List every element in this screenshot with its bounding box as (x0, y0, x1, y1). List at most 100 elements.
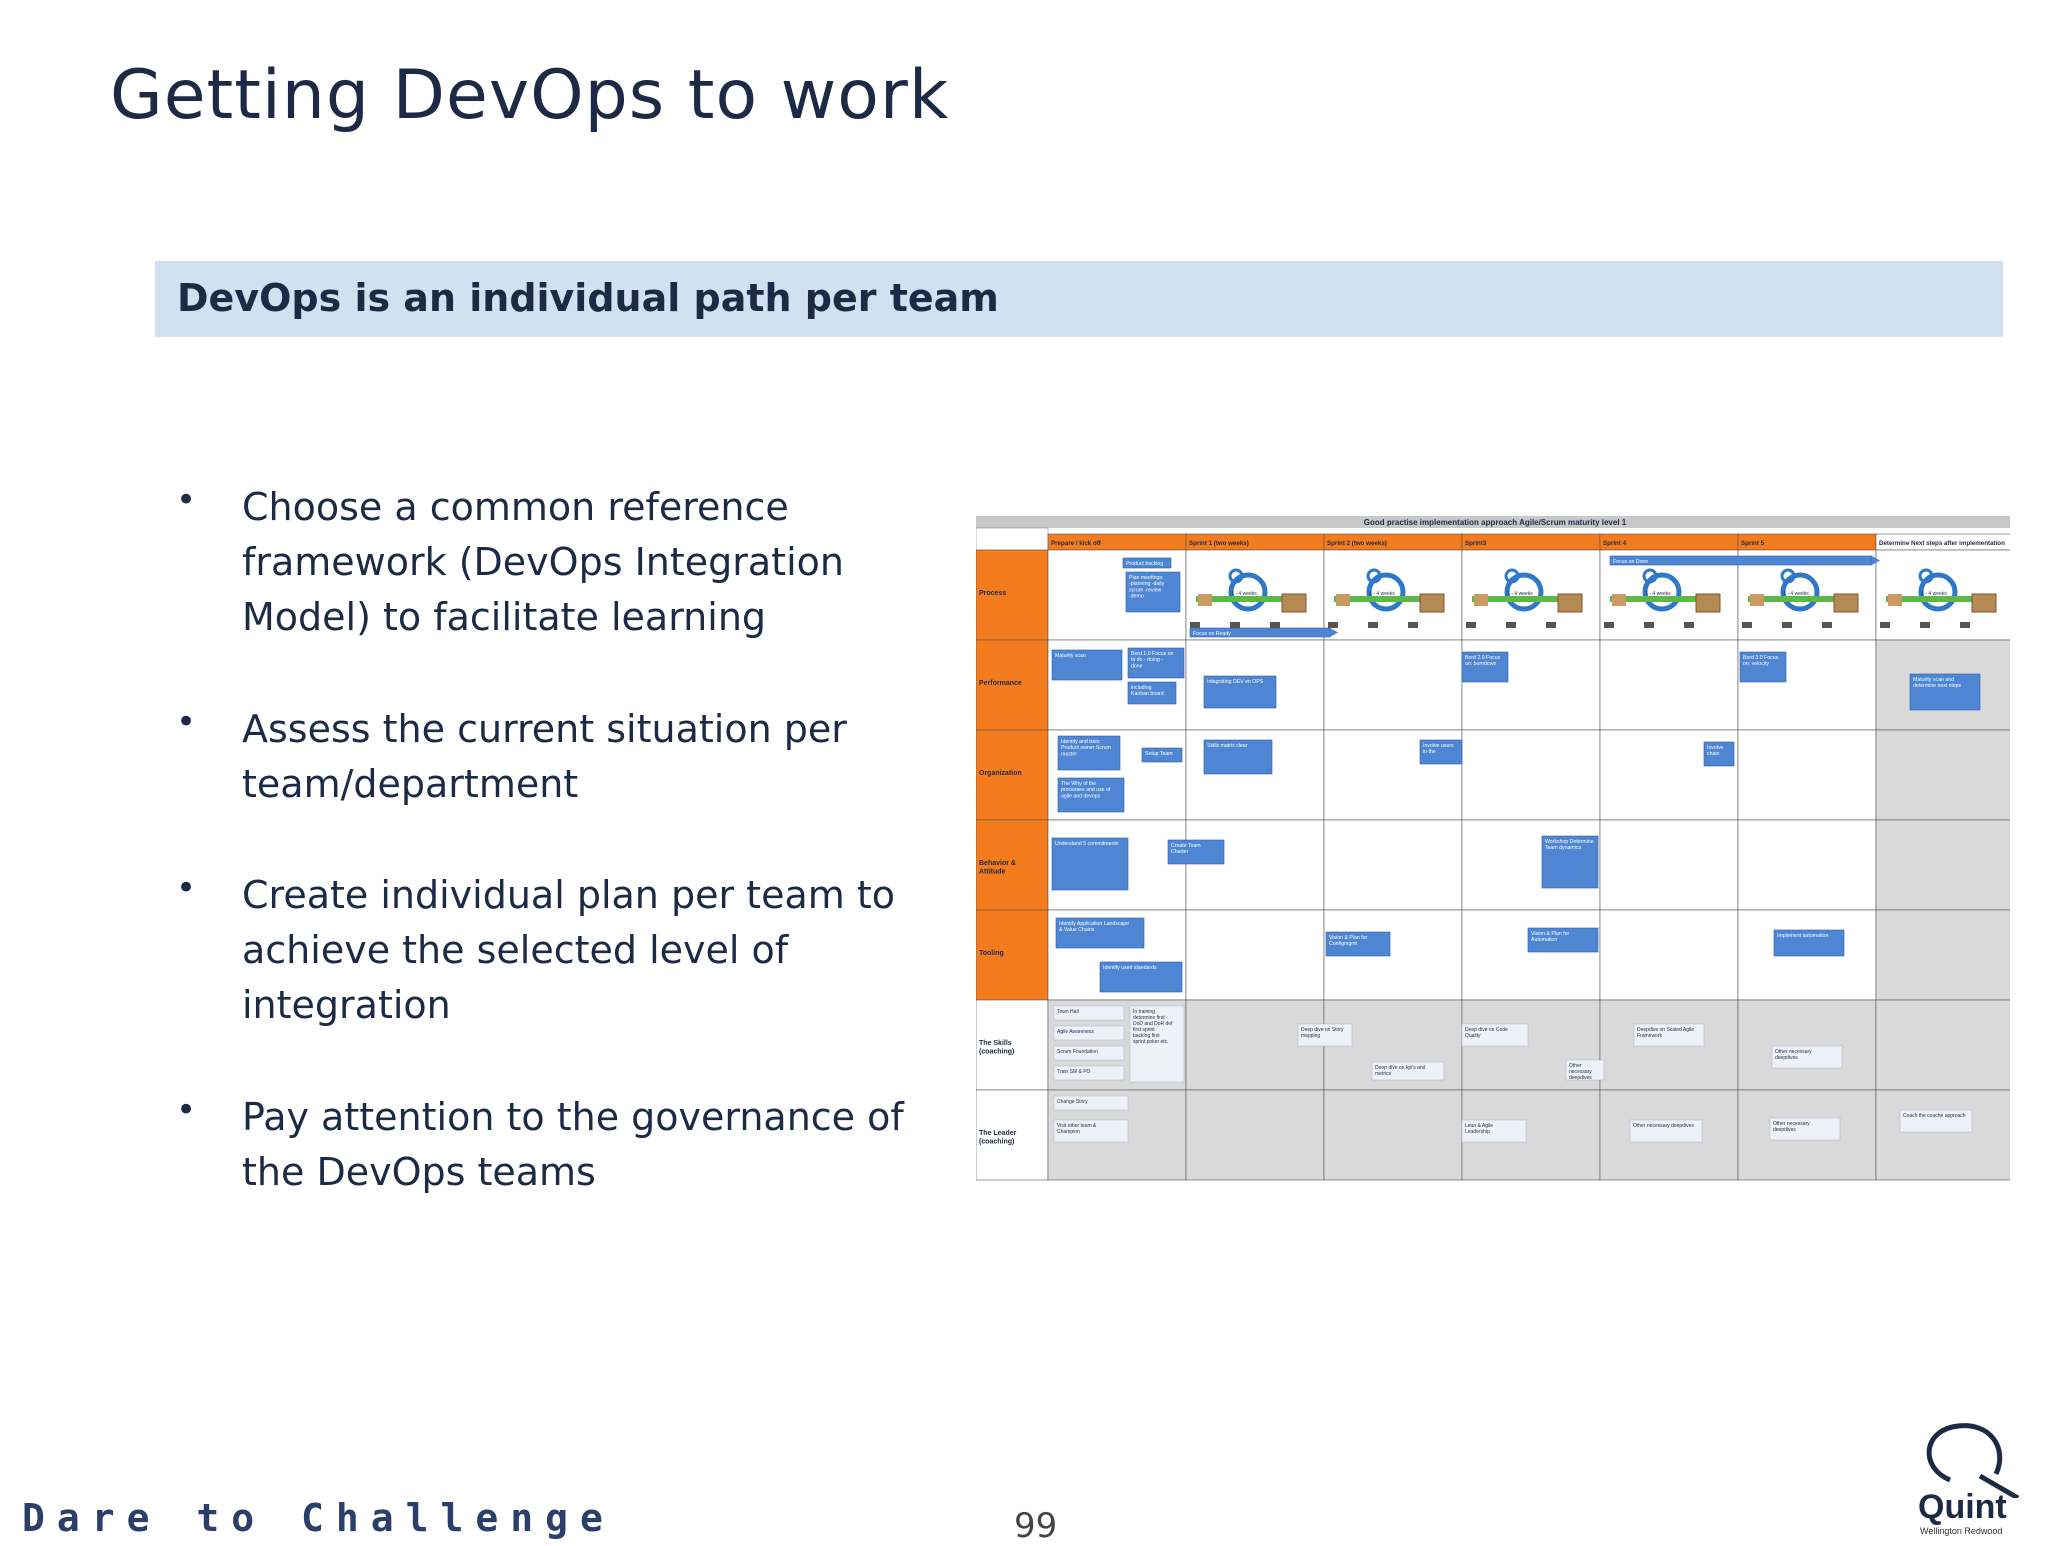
bullet-text: Create individual plan per team to achie… (242, 873, 895, 1027)
cycle-label: 1 - 4 weeks (1921, 591, 1947, 597)
team-people-icon (1546, 622, 1556, 628)
team-people-icon (1506, 622, 1516, 628)
team-people-icon (1270, 622, 1280, 628)
bullet-icon: • (176, 702, 197, 742)
matrix-cell (1737, 729, 1877, 821)
plan-card-text: Integrating DEV en OPS (1207, 679, 1264, 685)
cycle-label: 1 - 4 weeks (1645, 591, 1671, 597)
backlog-box-icon (1612, 594, 1626, 606)
matrix-cell (1323, 819, 1463, 911)
bullet-icon: • (176, 480, 197, 520)
team-people-icon (1328, 622, 1338, 628)
column-header-label: Sprint 2 (two weeks) (1327, 540, 1387, 547)
matrix-cell (1599, 639, 1739, 731)
team-people-icon (1230, 622, 1240, 628)
coaching-note-text: Scrum Foundation (1057, 1049, 1098, 1055)
column-header-label: Sprint 4 (1603, 540, 1627, 547)
cycle-label: 1 - 4 weeks (1507, 591, 1533, 597)
plan-card-text: Maturity scan (1055, 653, 1086, 659)
coaching-note-text: Coach the coache approach (1903, 1113, 1966, 1119)
page-number: 99 (1014, 1506, 1058, 1546)
implementation-matrix: Good practise implementation approach Ag… (975, 516, 2015, 1186)
bullet-icon: • (176, 1090, 197, 1130)
product-box-icon (1971, 593, 1997, 613)
row-header-label: Performance (979, 680, 1022, 687)
plan-card-text: Focus on Done (1613, 559, 1648, 565)
matrix-title: Good practise implementation approach Ag… (1364, 518, 1627, 527)
row-header-label: Process (979, 590, 1006, 597)
team-people-icon (1190, 622, 1200, 628)
coaching-note-text: Agile Awareness (1057, 1029, 1094, 1035)
plan-card-text: Setup Team (1145, 751, 1173, 757)
column-header-label: Sprint 1 (two weeks) (1189, 540, 1249, 547)
backlog-box-icon (1198, 594, 1212, 606)
coaching-note-text: Other necessary deepdives (1633, 1123, 1694, 1129)
bullet-text: Pay attention to the governance of the D… (242, 1095, 904, 1194)
logo-subtitle: Wellington Redwood (1920, 1526, 2003, 1536)
product-box-icon (1833, 593, 1859, 613)
team-people-icon (1880, 622, 1890, 628)
logo-swoosh-icon (1926, 1423, 2020, 1498)
matrix-cell (1599, 909, 1739, 1001)
coaching-note-text: Change Story (1057, 1099, 1088, 1105)
matrix-graphic: Good practise implementation approach Ag… (975, 516, 2015, 1181)
matrix-cell (1737, 999, 1877, 1091)
backlog-box-icon (1474, 594, 1488, 606)
matrix-cell (1875, 909, 2015, 1001)
team-people-icon (1368, 622, 1378, 628)
bullet-icon: • (176, 868, 197, 908)
row-header-label: Tooling (979, 950, 1004, 957)
team-people-icon (1604, 622, 1614, 628)
team-people-icon (1960, 622, 1970, 628)
product-box-icon (1557, 593, 1583, 613)
backlog-box-icon (1888, 594, 1902, 606)
coaching-note-text: Train SM & PO (1057, 1069, 1091, 1075)
column-header-label: Prepare / kick off (1051, 540, 1102, 547)
product-box-icon (1419, 593, 1445, 613)
team-people-icon (1644, 622, 1654, 628)
matrix-cell (1875, 999, 2015, 1091)
matrix-cell (1185, 909, 1325, 1001)
plan-card-text: Bord 2.0 Focus on: burndown (1465, 655, 1501, 667)
team-people-icon (1684, 622, 1694, 628)
plan-card-text: Implement automation (1777, 933, 1828, 939)
team-people-icon (1742, 622, 1752, 628)
matrix-cell (1323, 639, 1463, 731)
matrix-cell (1875, 819, 2015, 911)
product-box-icon (1281, 593, 1307, 613)
coaching-note-text: Town Hall (1057, 1009, 1079, 1015)
quint-logo: Quint Wellington Redwood (1910, 1418, 2030, 1536)
section-banner: DevOps is an individual path per team (155, 261, 2003, 337)
banner-text: DevOps is an individual path per team (177, 276, 999, 320)
logo-name: Quint (1918, 1488, 2007, 1526)
matrix-cell (1185, 1089, 1325, 1181)
bullet-text: Assess the current situation per team/de… (242, 707, 847, 806)
column-header-label: Sprint 5 (1741, 540, 1765, 547)
cycle-label: 1 - 4 weeks (1369, 591, 1395, 597)
column-header-label: Determine Next steps after implementatio… (1879, 540, 2005, 547)
team-people-icon (1782, 622, 1792, 628)
footer-tagline: Dare to Challenge (22, 1496, 615, 1540)
team-people-icon (1822, 622, 1832, 628)
matrix-cell (1323, 1089, 1463, 1181)
backlog-box-icon (1750, 594, 1764, 606)
plan-card-text: Identify used standards (1103, 965, 1157, 971)
cycle-label: 1 - 4 weeks (1783, 591, 1809, 597)
matrix-cell (1185, 819, 1325, 911)
plan-card-text: Understand 5 commitments (1055, 841, 1119, 847)
plan-card-text: Product backlog (1126, 561, 1163, 567)
team-people-icon (1408, 622, 1418, 628)
matrix-corner-cell (975, 527, 1049, 551)
team-people-icon (1920, 622, 1930, 628)
row-header-label: The Leader (coaching) (979, 1130, 1017, 1145)
team-people-icon (1466, 622, 1476, 628)
column-header-label: Sprint3 (1465, 540, 1487, 547)
matrix-cell (1875, 1089, 2015, 1181)
matrix-cell (1599, 819, 1739, 911)
coaching-note-text: Lean & Agile Leadership (1465, 1123, 1493, 1135)
plan-card-text: Focus on Ready (1193, 631, 1231, 637)
cycle-label: 1 - 4 weeks (1231, 591, 1257, 597)
backlog-box-icon (1336, 594, 1350, 606)
product-box-icon (1695, 593, 1721, 613)
bullet-text: Choose a common reference framework (Dev… (242, 485, 844, 639)
